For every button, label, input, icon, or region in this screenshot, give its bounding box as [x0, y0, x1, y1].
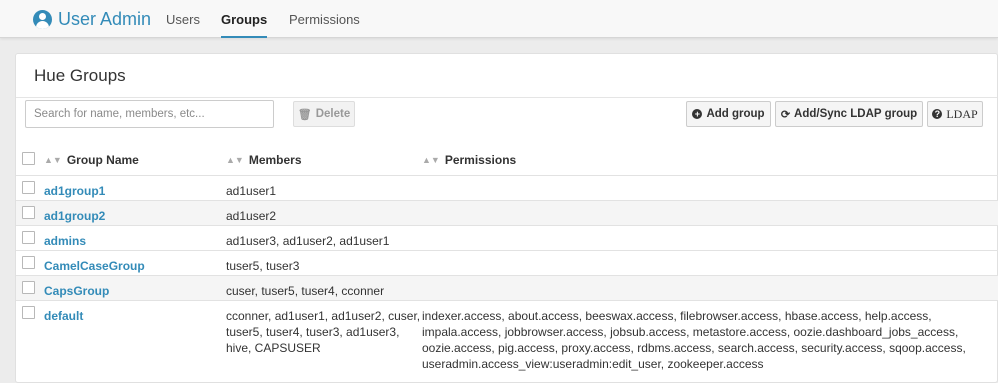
page-title: Hue Groups: [34, 66, 126, 85]
row-checkbox[interactable]: [22, 280, 35, 294]
add-group-label: Add group: [706, 108, 765, 120]
nav-permissions[interactable]: Permissions: [289, 0, 360, 38]
group-permissions: [422, 249, 998, 275]
title-divider: [16, 97, 997, 98]
app-brand[interactable]: User Admin: [33, 8, 151, 30]
groups-table: ▲▼ Group Name ▲▼ Members ▲▼ Permissions ad1…: [16, 145, 998, 372]
select-all-cell: [16, 145, 44, 175]
group-permissions: [422, 174, 998, 200]
group-name-link[interactable]: default: [44, 309, 83, 323]
nav-users[interactable]: Users: [166, 0, 200, 38]
app-title: User Admin: [58, 8, 152, 29]
table-row: default cconner, ad1user1, ad1user2, cus…: [16, 299, 998, 372]
question-circle-icon: ?: [932, 109, 943, 119]
table-header: ▲▼ Group Name ▲▼ Members ▲▼ Permissions: [16, 145, 998, 175]
nav-groups[interactable]: Groups: [221, 0, 268, 38]
table-row: CamelCaseGroup tuser5, tuser3: [16, 249, 998, 275]
select-all-checkbox[interactable]: [22, 151, 35, 165]
group-permissions: [422, 274, 998, 300]
ldap-help-button[interactable]: ? LDAP: [927, 101, 983, 127]
header-members[interactable]: ▲▼ Members: [226, 145, 422, 175]
table-row: ad1group1 ad1user1: [16, 174, 998, 200]
group-members: cuser, tuser5, tuser4, cconner: [226, 274, 422, 300]
delete-label: Delete: [315, 108, 351, 120]
row-checkbox[interactable]: [22, 255, 35, 269]
group-permissions: [422, 224, 998, 250]
group-name-link[interactable]: ad1group1: [44, 184, 105, 198]
refresh-icon: ⟳: [780, 108, 791, 121]
group-name-link[interactable]: admins: [44, 234, 86, 248]
group-name-link[interactable]: ad1group2: [44, 209, 105, 223]
group-permissions: [422, 199, 998, 225]
trash-icon: 🗑: [297, 108, 312, 121]
delete-button[interactable]: 🗑 Delete: [293, 101, 355, 127]
sort-icon: ▲▼: [226, 154, 244, 165]
table-row: admins ad1user3, ad1user2, ad1user1: [16, 224, 998, 250]
top-navbar: User Admin Users Groups Permissions: [0, 0, 998, 38]
group-members: ad1user1: [226, 174, 422, 200]
add-group-button[interactable]: + Add group: [686, 101, 771, 127]
sync-ldap-label: Add/Sync LDAP group: [794, 108, 918, 120]
sort-icon: ▲▼: [44, 154, 62, 165]
group-permissions: indexer.access, about.access, beeswax.ac…: [422, 299, 998, 372]
group-name-link[interactable]: CamelCaseGroup: [44, 259, 145, 273]
user-circle-icon: [33, 9, 52, 29]
group-members: cconner, ad1user1, ad1user2, cuser, tuse…: [226, 299, 422, 372]
groups-card: Hue Groups 🗑 Delete + Add group ⟳ Add/Sy…: [15, 53, 998, 383]
table-row: CapsGroup cuser, tuser5, tuser4, cconner: [16, 274, 998, 300]
row-checkbox[interactable]: [22, 180, 35, 194]
group-name-link[interactable]: CapsGroup: [44, 284, 109, 298]
header-permissions[interactable]: ▲▼ Permissions: [422, 145, 998, 175]
ldap-label: LDAP: [946, 106, 978, 121]
group-members: ad1user3, ad1user2, ad1user1: [226, 224, 422, 250]
row-checkbox[interactable]: [22, 205, 35, 219]
sync-ldap-group-button[interactable]: ⟳ Add/Sync LDAP group: [775, 101, 923, 127]
row-checkbox[interactable]: [22, 230, 35, 244]
table-row: ad1group2 ad1user2: [16, 199, 998, 225]
row-checkbox[interactable]: [22, 305, 35, 319]
header-group-name[interactable]: ▲▼ Group Name: [44, 145, 226, 175]
group-members: tuser5, tuser3: [226, 249, 422, 275]
sort-icon: ▲▼: [422, 154, 440, 165]
group-members: ad1user2: [226, 199, 422, 225]
search-input[interactable]: [25, 100, 274, 128]
plus-circle-icon: +: [692, 109, 703, 119]
